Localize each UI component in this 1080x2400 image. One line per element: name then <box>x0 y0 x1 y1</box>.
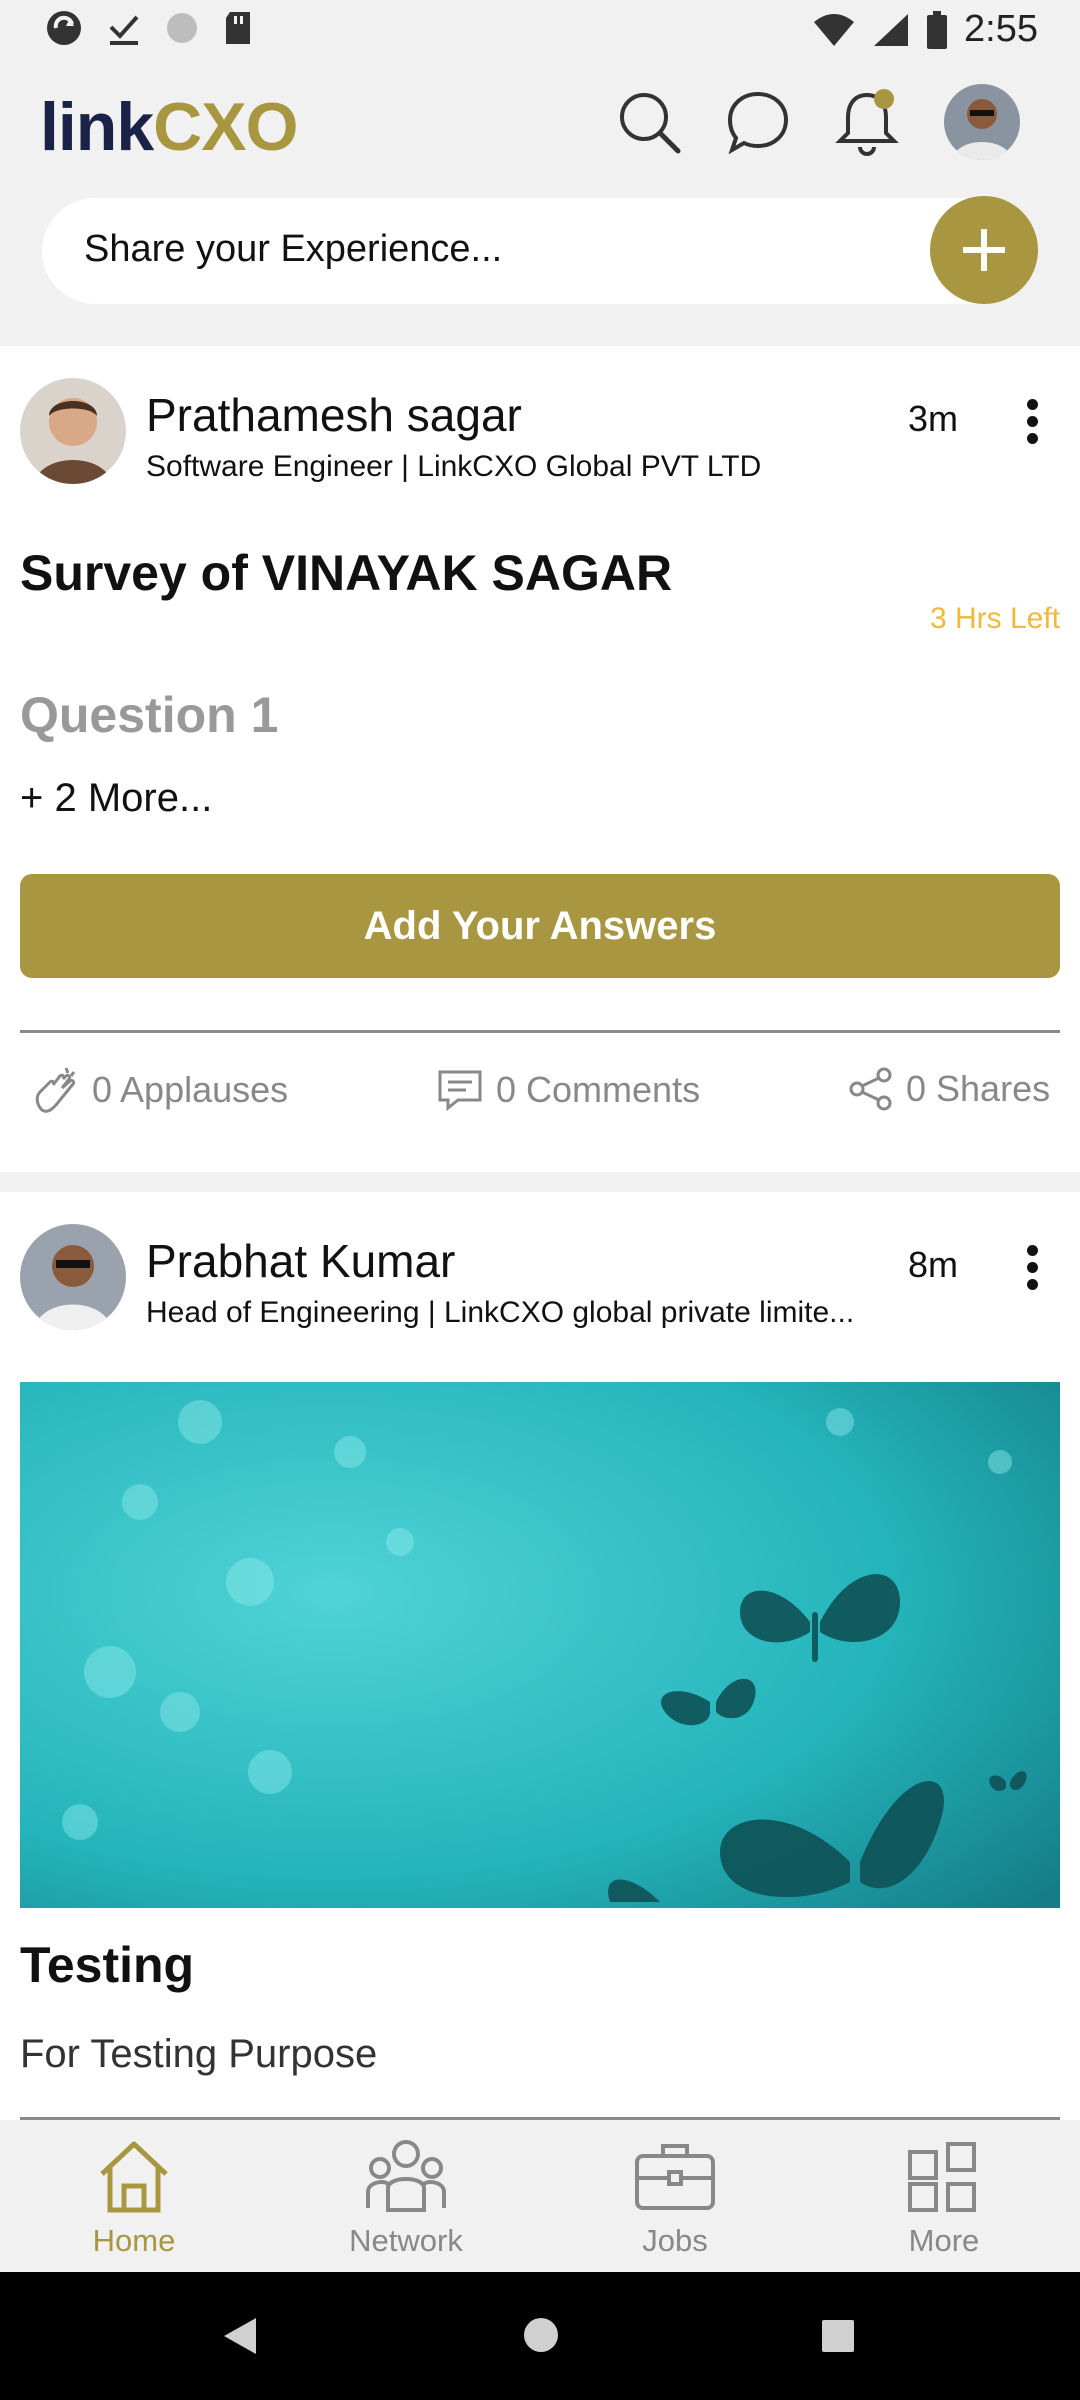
post-image[interactable] <box>20 1382 1060 1908</box>
author-subtitle: Software Engineer | LinkCXO Global PVT L… <box>146 450 762 483</box>
bell-icon[interactable] <box>834 87 900 157</box>
system-navigation-bar <box>0 2272 1080 2400</box>
author-name[interactable]: Prathamesh sagar <box>146 388 522 442</box>
nav-jobs[interactable]: Jobs <box>575 2138 775 2259</box>
post-card: Prathamesh sagar Software Engineer | Lin… <box>0 346 1080 1172</box>
wifi-icon <box>814 13 855 46</box>
author-name[interactable]: Prabhat Kumar <box>146 1234 455 1288</box>
network-icon <box>366 2140 446 2212</box>
grid-icon <box>908 2142 976 2212</box>
signal-icon <box>874 13 909 46</box>
sd-card-icon <box>226 12 250 44</box>
more-questions-link[interactable]: + 2 More... <box>20 776 212 821</box>
chat-icon[interactable] <box>726 90 790 154</box>
app-header: link CXO <box>0 70 1080 180</box>
post-time: 3m <box>908 398 959 439</box>
comment-icon <box>438 1070 482 1112</box>
logo-text-cxo: CXO <box>153 89 298 165</box>
nav-home[interactable]: Home <box>34 2138 234 2259</box>
clock: 2:55 <box>964 8 1038 50</box>
author-avatar[interactable] <box>20 1224 126 1330</box>
comments-button[interactable]: 0 Comments <box>436 1066 700 1114</box>
nav-network[interactable]: Network <box>306 2138 506 2259</box>
download-done-icon <box>109 15 139 45</box>
home-icon <box>100 2141 168 2213</box>
share-button[interactable]: 0 Shares <box>848 1066 1050 1112</box>
share-placeholder: Share your Experience... <box>84 228 503 270</box>
plus-icon <box>963 229 1005 271</box>
circle-icon <box>167 13 197 43</box>
applause-button[interactable]: 0 Applauses <box>32 1066 288 1114</box>
post-description: For Testing Purpose <box>20 2032 378 2076</box>
nav-home-label: Home <box>92 2223 176 2258</box>
share-experience-bar[interactable]: Share your Experience... <box>42 196 1038 304</box>
briefcase-icon <box>635 2144 715 2210</box>
post-time: 8m <box>908 1244 959 1285</box>
recents-icon[interactable] <box>820 2318 856 2354</box>
sync-icon <box>47 11 81 45</box>
post-title: Testing <box>20 1937 195 1993</box>
status-bar: 2:55 <box>0 0 1080 62</box>
clap-icon <box>35 1067 76 1113</box>
share-count: 0 Shares <box>906 1068 1051 1109</box>
nav-more[interactable]: More <box>844 2138 1044 2259</box>
survey-title: Survey of VINAYAK SAGAR <box>20 545 673 601</box>
bottom-navigation: Home Network Jobs More <box>0 2120 1080 2272</box>
home-button-icon[interactable] <box>522 2316 560 2354</box>
logo-text-link: link <box>40 89 154 165</box>
app-logo: link CXO <box>40 82 299 172</box>
post-card: Prabhat Kumar Head of Engineering | Link… <box>0 1192 1080 2120</box>
profile-avatar[interactable] <box>944 84 1020 160</box>
post-actions: 0 Applauses 0 Comments 0 Shares <box>0 1066 1080 1134</box>
back-icon[interactable] <box>222 2316 258 2356</box>
add-post-button[interactable] <box>930 196 1038 304</box>
more-options-icon[interactable] <box>1014 1240 1050 1300</box>
nav-jobs-label: Jobs <box>642 2223 708 2258</box>
search-icon[interactable] <box>616 89 682 155</box>
time-left-badge: 3 Hrs Left <box>929 602 1060 635</box>
nav-more-label: More <box>908 2223 980 2258</box>
nav-network-label: Network <box>349 2223 463 2258</box>
add-answers-button[interactable]: Add Your Answers <box>20 874 1060 978</box>
comment-count: 0 Comments <box>496 1069 701 1110</box>
divider <box>20 1030 1060 1033</box>
share-icon <box>849 1067 892 1111</box>
battery-icon <box>927 10 948 49</box>
author-subtitle: Head of Engineering | LinkCXO global pri… <box>146 1296 855 1329</box>
more-options-icon[interactable] <box>1014 394 1050 454</box>
survey-question: Question 1 <box>20 687 279 743</box>
author-avatar[interactable] <box>20 378 126 484</box>
applause-count: 0 Applauses <box>92 1069 289 1110</box>
